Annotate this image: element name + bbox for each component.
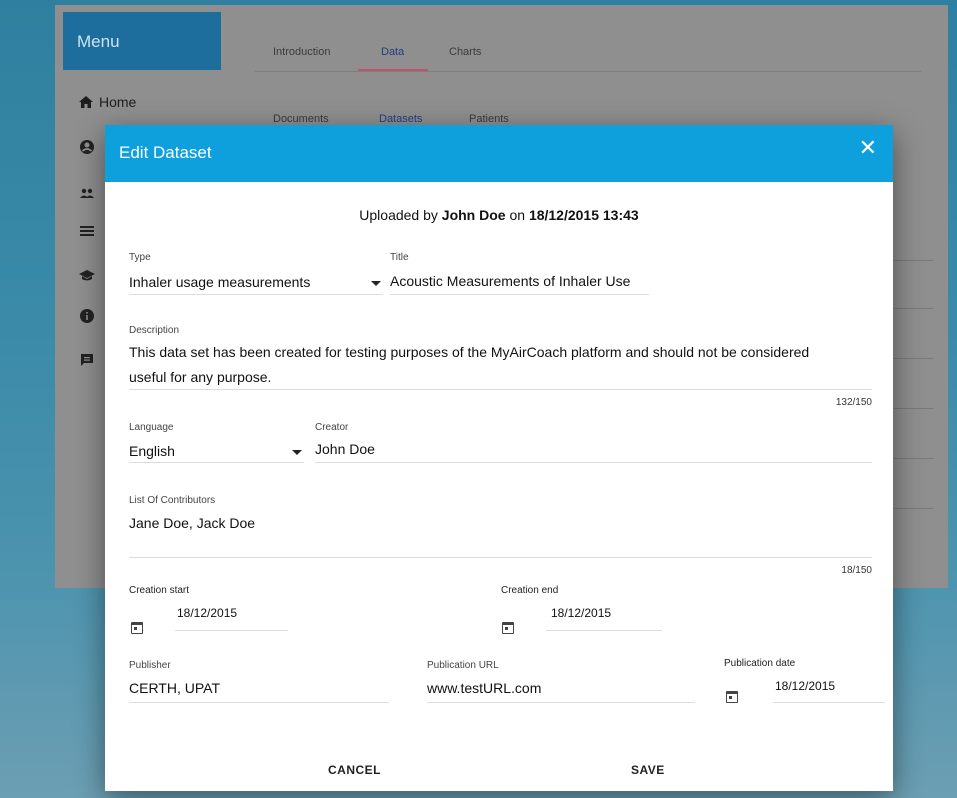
uploaded-info: Uploaded by John Doe on 18/12/2015 13:43 (105, 207, 893, 223)
description-field[interactable]: Description This data set has been creat… (129, 325, 872, 408)
contributors-label: List Of Contributors (129, 495, 216, 506)
creation-start-label: Creation start (129, 585, 190, 596)
chevron-down-icon (292, 450, 302, 455)
menu-header[interactable]: Menu (63, 12, 221, 70)
feedback-icon[interactable] (79, 352, 95, 368)
title-value: Acoustic Measurements of Inhaler Use (390, 273, 631, 289)
publisher-value: CERTH, UPAT (129, 680, 221, 696)
row-divider (894, 260, 934, 261)
chevron-down-icon (371, 281, 381, 286)
description-underline (129, 389, 872, 390)
description-counter: 132/150 (835, 397, 872, 408)
contributors-value: Jane Doe, Jack Doe (129, 515, 256, 531)
creation-start-field[interactable]: Creation start 18/12/2015 (129, 585, 299, 635)
publisher-label: Publisher (129, 660, 171, 671)
row-divider (894, 408, 934, 409)
type-value: Inhaler usage measurements (129, 274, 311, 290)
cancel-button[interactable]: CANCEL (328, 763, 381, 777)
row-divider (894, 508, 934, 509)
creation-end-field[interactable]: Creation end 18/12/2015 (500, 585, 670, 635)
description-line-1: This data set has been created for testi… (129, 344, 810, 360)
publication-url-value: www.testURL.com (427, 680, 542, 696)
subtab-documents[interactable]: Documents (273, 113, 329, 125)
school-icon[interactable] (79, 268, 95, 284)
publisher-field[interactable]: Publisher CERTH, UPAT (129, 660, 389, 704)
publication-url-field[interactable]: Publication URL www.testURL.com (427, 660, 695, 704)
people-icon[interactable] (79, 185, 95, 201)
publication-date-underline (773, 702, 885, 703)
title-label: Title (390, 252, 409, 263)
uploaded-date: 18/12/2015 13:43 (528, 207, 639, 223)
tab-charts[interactable]: Charts (449, 46, 481, 58)
subtab-patients[interactable]: Patients (469, 113, 509, 125)
type-underline (129, 294, 383, 295)
save-button[interactable]: SAVE (631, 763, 665, 777)
publication-url-label: Publication URL (427, 660, 499, 671)
subtab-datasets[interactable]: Datasets (379, 113, 422, 125)
dialog-title: Edit Dataset (119, 143, 212, 162)
type-select[interactable]: Type Inhaler usage measurements (129, 252, 383, 296)
tab-data[interactable]: Data (381, 46, 404, 58)
creation-end-value: 18/12/2015 (551, 606, 612, 620)
title-underline (390, 294, 649, 295)
row-divider (894, 358, 934, 359)
language-select[interactable]: Language English (129, 422, 304, 464)
sidebar-item-label: Home (99, 94, 137, 110)
description-label: Description (129, 325, 180, 336)
calendar-icon[interactable] (131, 622, 143, 634)
uploaded-user: John Doe (441, 207, 506, 223)
publication-url-underline (427, 702, 695, 703)
list-icon[interactable] (79, 223, 95, 239)
row-divider (894, 308, 934, 309)
sidebar-item-home[interactable]: Home (79, 94, 136, 110)
language-underline (129, 462, 304, 463)
publication-date-value: 18/12/2015 (775, 679, 836, 693)
menu-title: Menu (77, 32, 120, 51)
publisher-underline (129, 702, 389, 703)
creation-start-underline (175, 630, 288, 631)
creation-end-label: Creation end (501, 585, 559, 596)
contributors-field[interactable]: List Of Contributors Jane Doe, Jack Doe … (129, 495, 872, 576)
creation-start-value: 18/12/2015 (177, 606, 238, 620)
creator-label: Creator (315, 422, 349, 433)
uploaded-prefix: Uploaded by (359, 207, 438, 223)
creation-end-underline (546, 630, 662, 631)
dialog-header: Edit Dataset ✕ (105, 125, 893, 182)
close-icon[interactable]: ✕ (859, 137, 877, 159)
creator-value: John Doe (315, 441, 375, 457)
tab-introduction[interactable]: Introduction (273, 46, 330, 58)
row-divider (894, 458, 934, 459)
uploaded-on: on (509, 207, 526, 223)
title-field[interactable]: Title Acoustic Measurements of Inhaler U… (390, 252, 649, 296)
publication-date-field[interactable]: Publication date 18/12/2015 (724, 658, 886, 713)
contributors-counter: 18/150 (841, 565, 872, 576)
creator-field[interactable]: Creator John Doe (315, 422, 872, 464)
account-circle-icon[interactable] (79, 139, 95, 155)
language-label: Language (129, 422, 174, 433)
creator-underline (315, 462, 872, 463)
home-icon (79, 96, 93, 108)
calendar-icon[interactable] (726, 691, 738, 703)
info-icon[interactable] (79, 308, 95, 324)
language-value: English (129, 443, 175, 459)
tabs-divider (255, 71, 921, 72)
edit-dataset-dialog: Edit Dataset ✕ Uploaded by John Doe on 1… (105, 125, 893, 791)
contributors-underline (129, 557, 872, 558)
publication-date-label: Publication date (724, 658, 796, 669)
description-line-2: useful for any purpose. (129, 369, 272, 385)
calendar-icon[interactable] (502, 622, 514, 634)
type-label: Type (129, 252, 151, 263)
